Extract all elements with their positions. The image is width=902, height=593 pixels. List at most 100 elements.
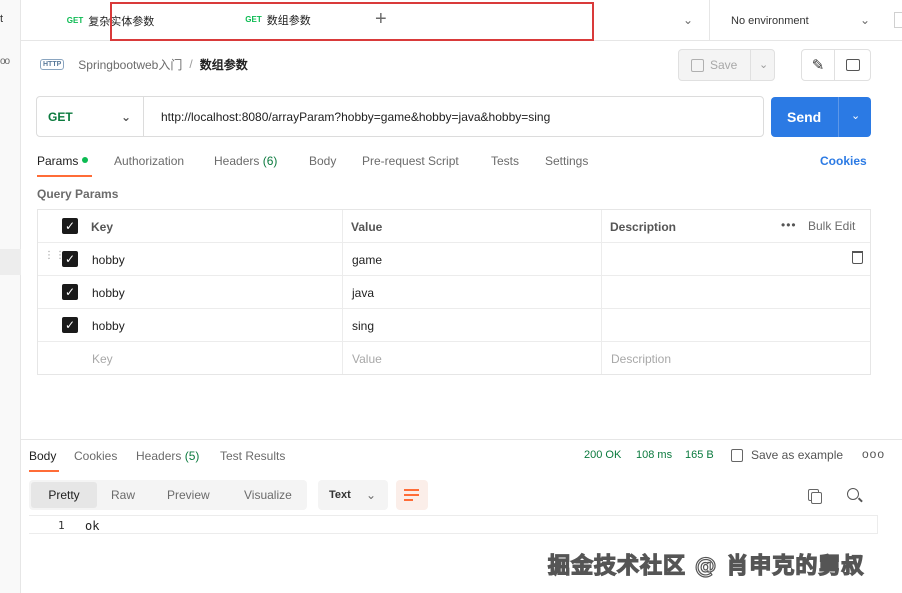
response-type-select[interactable]: Text ⌄ <box>318 480 388 510</box>
format-preview[interactable]: Preview <box>167 488 210 502</box>
breadcrumb-separator: / <box>189 57 193 71</box>
environment-selector[interactable]: No environment ⌄ <box>709 0 902 41</box>
format-visualize[interactable]: Visualize <box>244 488 292 502</box>
http-icon: HTTP <box>40 58 65 70</box>
select-all-checkbox[interactable]: ✓ <box>62 218 78 234</box>
body-tab-underline <box>29 470 59 472</box>
send-chevron-down-icon[interactable]: ⌄ <box>851 109 860 122</box>
response-headers-label: Headers <box>136 449 185 463</box>
sidebar-more-icon[interactable]: oo <box>0 56 10 67</box>
params-tab-underline <box>37 175 92 177</box>
new-description-input[interactable]: Description <box>611 352 671 366</box>
response-divider[interactable] <box>21 439 902 440</box>
format-pretty[interactable]: Pretty <box>31 482 97 508</box>
header-description: Description <box>610 220 677 234</box>
new-value-input[interactable]: Value <box>352 352 382 366</box>
header-value: Value <box>351 220 383 234</box>
new-key-input[interactable]: Key <box>92 352 113 366</box>
delete-trash-icon[interactable] <box>852 251 863 264</box>
table-header-row: ✓ Key Value Description ••• Bulk Edit <box>38 210 870 243</box>
sidebar-selected-item[interactable] <box>0 249 21 275</box>
tab-params-label: Params <box>37 154 79 168</box>
row-checkbox[interactable]: ✓ <box>62 284 78 300</box>
more-options-icon[interactable]: ••• <box>781 218 797 232</box>
save-as-example-label: Save as example <box>751 448 844 462</box>
row-checkbox[interactable]: ✓ <box>62 317 78 333</box>
comment-bubble-shape <box>845 59 860 71</box>
tab-method: GET <box>66 16 84 25</box>
response-tab-headers[interactable]: Headers (5) <box>136 449 199 463</box>
save-example-icon <box>731 448 743 462</box>
search-icon[interactable] <box>847 488 859 500</box>
environment-quicklook-icon[interactable] <box>894 12 902 28</box>
tab-params[interactable]: Params <box>37 154 89 168</box>
response-time[interactable]: 108 ms <box>636 449 672 461</box>
line-text: ok <box>85 519 100 533</box>
watermark: 掘金技术社区 @ 肖申克的舅叔 <box>547 553 865 579</box>
format-raw[interactable]: Raw <box>111 488 135 502</box>
breadcrumb-request-name[interactable]: 数组参数 <box>200 56 248 73</box>
url-highlight-box <box>110 2 594 41</box>
environment-chevron-down-icon: ⌄ <box>859 13 870 27</box>
word-wrap-icon[interactable] <box>396 480 428 510</box>
param-value[interactable]: sing <box>352 319 374 333</box>
tab-tests[interactable]: Tests <box>491 154 519 168</box>
param-key[interactable]: hobby <box>92 319 125 333</box>
comments-icon[interactable] <box>834 49 871 81</box>
table-row: ✓ hobby java <box>38 276 870 309</box>
tab-headers-count: (6) <box>262 154 278 168</box>
line-number: 1 <box>58 519 65 532</box>
tabs-chevron-down-icon[interactable]: ⌄ <box>683 13 693 27</box>
response-type-label: Text <box>329 489 351 501</box>
type-chevron-down-icon: ⌄ <box>366 488 377 502</box>
cookies-link[interactable]: Cookies <box>820 154 867 168</box>
param-value[interactable]: game <box>352 253 382 267</box>
breadcrumb-collection[interactable]: Springbootweb入门 <box>78 56 182 73</box>
url-input[interactable]: http://localhost:8080/arrayParam?hobby=g… <box>161 110 550 124</box>
method-chevron-down-icon: ⌄ <box>121 110 132 124</box>
copy-icon[interactable] <box>808 489 822 504</box>
save-as-example-button[interactable]: Save as example <box>731 448 843 462</box>
save-divider <box>750 50 751 80</box>
send-button[interactable]: Send ⌄ <box>771 97 871 137</box>
save-label: Save <box>710 58 738 72</box>
left-sidebar: t oo <box>0 0 21 593</box>
bulk-edit-button[interactable]: Bulk Edit <box>808 219 855 233</box>
breadcrumb: HTTP Springbootweb入门 / 数组参数 <box>40 52 248 76</box>
response-body-line[interactable]: 1 ok <box>29 515 878 534</box>
response-tab-cookies[interactable]: Cookies <box>74 449 117 463</box>
tab-headers[interactable]: Headers (6) <box>214 154 277 168</box>
send-divider <box>838 97 839 137</box>
table-row: ✓ hobby sing <box>38 309 870 342</box>
query-params-table: ✓ Key Value Description ••• Bulk Edit ⋮⋮… <box>37 209 871 375</box>
row-checkbox[interactable]: ✓ <box>62 251 78 267</box>
param-value[interactable]: java <box>352 286 374 300</box>
method-select[interactable]: GET ⌄ <box>37 97 144 136</box>
save-button-group[interactable]: Save ⌄ <box>678 49 775 81</box>
table-row: ⋮⋮ ✓ hobby game <box>38 243 870 276</box>
send-label: Send <box>787 109 822 125</box>
new-param-row: Key Value Description <box>38 342 870 375</box>
tab-pre-request-script[interactable]: Pre-request Script <box>362 154 459 168</box>
url-bar: GET ⌄ http://localhost:8080/arrayParam?h… <box>36 96 764 137</box>
tab-authorization[interactable]: Authorization <box>114 154 184 168</box>
sidebar-fragment: t <box>0 13 4 25</box>
save-chevron-down-icon[interactable]: ⌄ <box>759 58 768 71</box>
save-icon <box>691 58 704 72</box>
environment-label: No environment <box>731 14 809 27</box>
param-key[interactable]: hobby <box>92 253 125 267</box>
header-key: Key <box>91 220 114 234</box>
response-more-icon[interactable]: ooo <box>862 447 885 461</box>
response-tab-body[interactable]: Body <box>29 449 56 463</box>
query-params-title: Query Params <box>37 187 119 201</box>
params-active-dot-icon <box>82 157 89 163</box>
format-toggle: Pretty Raw Preview Visualize <box>29 480 307 510</box>
response-tab-test-results[interactable]: Test Results <box>220 449 285 463</box>
method-label: GET <box>48 109 73 124</box>
edit-pencil-icon[interactable]: ✎ <box>801 49 835 81</box>
status-code[interactable]: 200 OK <box>584 449 621 461</box>
tab-body[interactable]: Body <box>309 154 336 168</box>
tab-settings[interactable]: Settings <box>545 154 588 168</box>
response-size[interactable]: 165 B <box>685 449 714 461</box>
param-key[interactable]: hobby <box>92 286 125 300</box>
